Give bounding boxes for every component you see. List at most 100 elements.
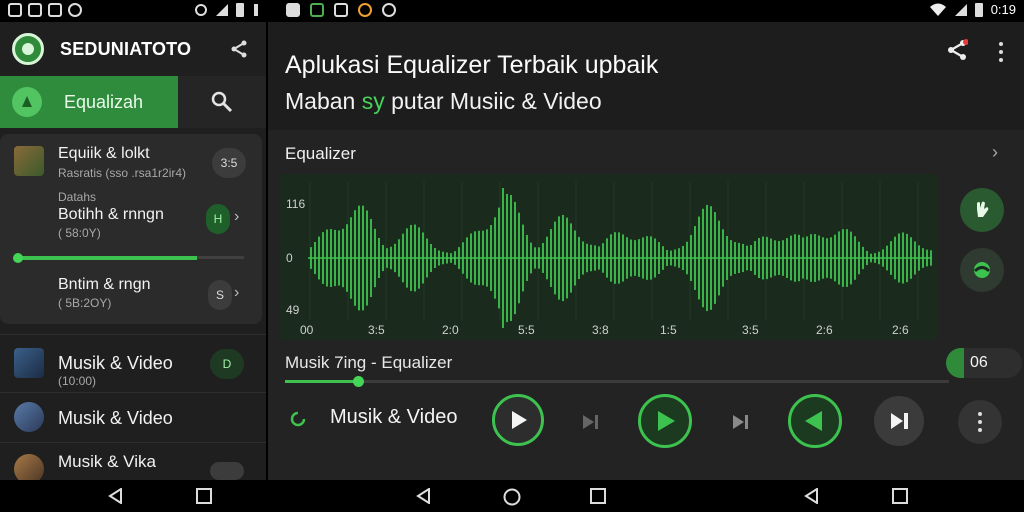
waveform-bar xyxy=(734,242,736,274)
share-icon[interactable] xyxy=(230,40,248,58)
battery-icon xyxy=(974,2,983,17)
more-options-button[interactable] xyxy=(958,400,1002,444)
waveform-bar xyxy=(478,230,480,286)
waveform-bar xyxy=(702,208,704,308)
recents-icon[interactable] xyxy=(590,488,606,504)
clock: 0:19 xyxy=(990,2,1016,17)
recents-icon[interactable] xyxy=(892,488,908,504)
tab-equalizer-label: Equalizah xyxy=(64,91,144,112)
app-icon xyxy=(310,3,324,17)
waveform-bar xyxy=(562,214,564,302)
refresh-icon[interactable] xyxy=(288,409,308,429)
waveform-bar xyxy=(518,212,520,304)
waveform-bar xyxy=(606,238,608,278)
waveform-bar xyxy=(338,230,340,286)
now-playing-badge[interactable]: 06 xyxy=(946,348,1022,378)
equalizer-section-title: Equalizer xyxy=(285,144,356,163)
waveform-bar xyxy=(858,241,860,275)
track-option-button[interactable]: S xyxy=(208,280,232,310)
waveform-bar xyxy=(842,229,844,287)
waveform-bar xyxy=(718,220,720,296)
waveform-bar xyxy=(550,229,552,287)
waveform-bar xyxy=(558,216,560,300)
chevron-right-icon[interactable]: › xyxy=(234,284,239,302)
signal-icon xyxy=(954,3,967,16)
waveform-bar xyxy=(746,245,748,271)
list-item-option-button[interactable]: D xyxy=(210,349,244,379)
waveform-bar xyxy=(582,241,584,275)
chevron-right-icon[interactable]: › xyxy=(992,142,998,163)
waveform-bar xyxy=(814,234,816,282)
waveform-bar xyxy=(362,205,364,311)
x-axis-label: 3:5 xyxy=(368,323,385,337)
play-icon xyxy=(512,411,527,429)
waveform-bar xyxy=(794,234,796,282)
list-item-title[interactable]: Musik & Video xyxy=(58,353,173,374)
back-icon[interactable] xyxy=(804,488,820,504)
hand-button[interactable] xyxy=(960,188,1004,232)
waveform-bar xyxy=(402,233,404,283)
rewind-icon xyxy=(805,411,822,431)
album-thumbnail xyxy=(14,146,44,176)
recents-icon[interactable] xyxy=(196,488,212,504)
x-axis-label: 5:5 xyxy=(518,323,535,337)
shield-icon xyxy=(68,3,82,17)
waveform-bar xyxy=(878,251,880,265)
equalizer-icon xyxy=(12,87,42,117)
tab-equalizer[interactable]: Equalizah xyxy=(0,76,178,128)
waveform-bar xyxy=(522,224,524,292)
waveform-bar xyxy=(534,247,536,269)
page-title: Aplukasi Equalizer Terbaik upbaik xyxy=(285,51,659,79)
play-button-green[interactable] xyxy=(638,394,692,448)
main-header: Aplukasi Equalizer Terbaik upbaik Maban … xyxy=(268,22,1024,130)
more-options-icon[interactable] xyxy=(999,42,1003,62)
play-icon xyxy=(658,411,675,431)
divider xyxy=(0,442,266,443)
y-axis-label: 116 xyxy=(286,197,305,211)
progress-track[interactable] xyxy=(285,380,949,383)
back-icon[interactable] xyxy=(416,488,432,504)
waveform-bar xyxy=(602,243,604,273)
track-option-button[interactable]: 3:5 xyxy=(212,148,246,178)
list-item-title[interactable]: Musik & Vika xyxy=(58,452,156,472)
waveform-bar xyxy=(398,239,400,277)
fire-icon xyxy=(358,3,372,17)
search-button[interactable] xyxy=(178,76,266,128)
waveform-bar xyxy=(578,236,580,280)
waveform-bar xyxy=(610,234,612,282)
hand-icon xyxy=(977,201,989,217)
skip-next-button[interactable] xyxy=(720,402,760,442)
camera-icon xyxy=(334,3,348,17)
list-item-title[interactable]: Musik & Video xyxy=(58,408,173,429)
notification-icon xyxy=(8,3,22,17)
home-icon[interactable] xyxy=(503,488,521,506)
waveform-bar xyxy=(438,250,440,266)
skip-next-button[interactable] xyxy=(874,396,924,446)
waveform-bar xyxy=(870,253,872,263)
skip-next-button[interactable] xyxy=(570,402,610,442)
page-subtitle: Maban sy putar Musiic & Video xyxy=(285,88,602,114)
waveform-bar xyxy=(446,252,448,264)
waveform-bar xyxy=(650,236,652,280)
waveform-bar xyxy=(554,221,556,295)
play-button[interactable] xyxy=(492,394,544,446)
track-option-button[interactable]: H xyxy=(206,204,230,234)
list-item-option-button[interactable] xyxy=(210,462,244,480)
control-track-label: Musik & Video xyxy=(330,406,458,428)
rewind-button[interactable] xyxy=(788,394,842,448)
dot-icon xyxy=(254,4,258,16)
chevron-right-icon[interactable]: › xyxy=(234,208,239,226)
progress-knob[interactable] xyxy=(353,376,365,387)
back-icon[interactable] xyxy=(108,488,124,504)
waveform-bar xyxy=(698,216,700,300)
share-icon[interactable] xyxy=(946,39,968,61)
waveform-bar xyxy=(370,218,372,298)
x-axis-label: 1:5 xyxy=(660,323,677,337)
waveform-bar xyxy=(434,247,436,269)
notification-icons-right-pane xyxy=(286,3,396,17)
waveform-bar xyxy=(470,233,472,283)
slider-knob[interactable] xyxy=(13,253,23,263)
waveform-bar xyxy=(710,206,712,310)
waveform-bar xyxy=(334,229,336,287)
loop-button[interactable] xyxy=(960,248,1004,292)
